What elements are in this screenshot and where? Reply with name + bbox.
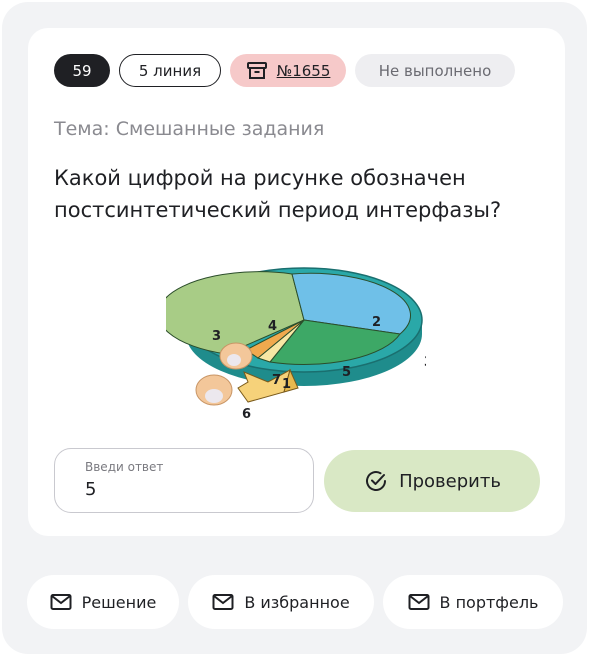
check-button-label: Проверить — [399, 470, 501, 492]
task-card: 59 5 линия №1655 Не выполнено Тема: Смеш… — [28, 28, 565, 536]
question-text: Какой цифрой на рисунке обозначен постси… — [54, 166, 502, 222]
mail-icon — [50, 594, 72, 610]
task-number-badge: 59 — [54, 54, 110, 87]
mail-icon — [212, 594, 234, 610]
task-panel: 59 5 линия №1655 Не выполнено Тема: Смеш… — [2, 2, 587, 654]
answer-field[interactable]: Введи ответ — [54, 448, 314, 513]
favorites-button[interactable]: В избранное — [188, 575, 374, 629]
topic-label: Тема: Смешанные задания — [54, 118, 325, 140]
archive-icon — [246, 61, 267, 79]
label-5: 5 — [342, 365, 351, 380]
cell-small — [219, 342, 253, 370]
answer-input[interactable] — [85, 479, 285, 500]
label-4: 4 — [268, 319, 277, 334]
portfolio-button[interactable]: В портфель — [383, 575, 563, 629]
cell-cycle-diagram: 3 4 2 3 5 7 1 6 — [166, 267, 426, 422]
answer-label: Введи ответ — [85, 460, 164, 474]
task-tags: 59 5 линия №1655 Не выполнено — [54, 54, 515, 87]
label-7: 7 — [272, 373, 281, 388]
task-number: 59 — [72, 61, 92, 80]
task-id-badge[interactable]: №1655 — [230, 54, 346, 87]
label-3-right: 3 — [424, 355, 426, 370]
line-label: 5 линия — [138, 61, 202, 80]
label-1: 1 — [282, 377, 291, 392]
status-badge: Не выполнено — [355, 54, 515, 87]
status-label: Не выполнено — [378, 61, 492, 80]
solution-button[interactable]: Решение — [27, 575, 179, 629]
cell-large — [195, 374, 233, 406]
check-button[interactable]: Проверить — [324, 450, 540, 512]
portfolio-label: В портфель — [439, 592, 539, 612]
label-3-left: 3 — [212, 329, 221, 344]
label-6: 6 — [242, 407, 251, 422]
mail-icon — [408, 594, 430, 610]
favorites-label: В избранное — [244, 592, 350, 612]
check-circle-icon — [366, 471, 387, 491]
label-2: 2 — [372, 315, 381, 330]
line-badge: 5 линия — [119, 54, 221, 87]
solution-label: Решение — [81, 592, 157, 612]
task-id-link[interactable]: №1655 — [277, 62, 331, 80]
